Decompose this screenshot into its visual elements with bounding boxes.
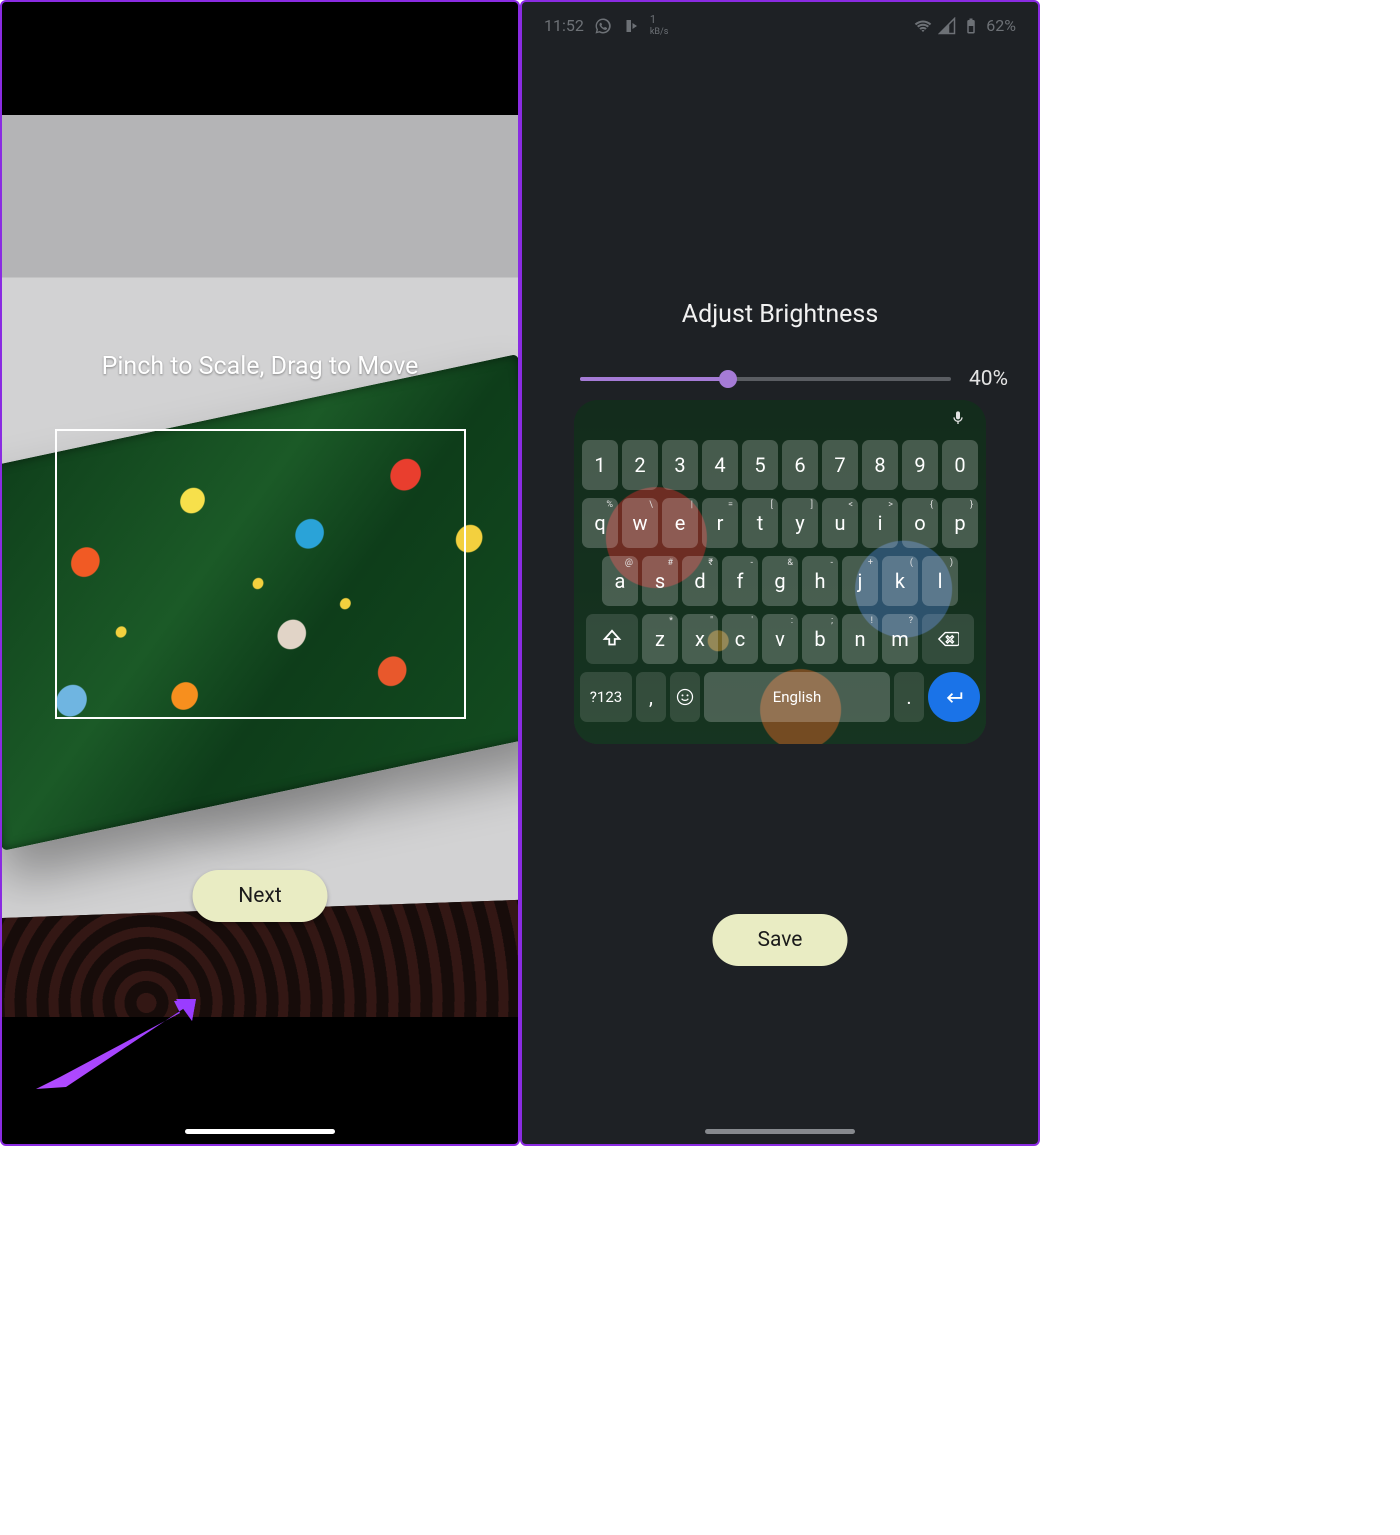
key-e[interactable]: e| — [662, 498, 698, 548]
key-0[interactable]: 0 — [942, 440, 978, 490]
key-l[interactable]: l) — [922, 556, 958, 606]
brightness-title: Adjust Brightness — [522, 300, 1038, 329]
emoji-icon — [675, 687, 695, 707]
space-key[interactable]: English — [704, 672, 890, 722]
next-button-label: Next — [238, 884, 281, 908]
key-o[interactable]: o{ — [902, 498, 938, 548]
key-u[interactable]: u< — [822, 498, 858, 548]
key-s[interactable]: s# — [642, 556, 678, 606]
wifi-icon — [914, 17, 932, 35]
key-c[interactable]: c' — [722, 614, 758, 664]
key-i[interactable]: i> — [862, 498, 898, 548]
slider-fill — [580, 377, 728, 381]
key-m[interactable]: m? — [882, 614, 918, 664]
slider-thumb[interactable] — [719, 370, 737, 388]
screen-brightness: 11:52 1 kB/s 62% Adjust Brightness 40% — [520, 0, 1040, 1146]
slider-track[interactable] — [580, 377, 951, 381]
enter-icon — [943, 686, 965, 708]
key-6[interactable]: 6 — [782, 440, 818, 490]
brightness-slider[interactable]: 40% — [580, 367, 1008, 391]
nav-handle[interactable] — [705, 1129, 855, 1134]
next-button[interactable]: Next — [193, 870, 328, 922]
key-j[interactable]: j+ — [842, 556, 878, 606]
key-n[interactable]: n! — [842, 614, 878, 664]
nav-handle[interactable] — [185, 1129, 335, 1134]
save-button[interactable]: Save — [713, 914, 848, 966]
key-b[interactable]: b; — [802, 614, 838, 664]
symbols-key[interactable]: ?123 — [580, 672, 632, 722]
key-8[interactable]: 8 — [862, 440, 898, 490]
key-z[interactable]: z* — [642, 614, 678, 664]
battery-icon — [962, 17, 980, 35]
enter-key[interactable] — [928, 672, 980, 722]
crop-instruction-label: Pinch to Scale, Drag to Move — [2, 352, 518, 381]
key-x[interactable]: x" — [682, 614, 718, 664]
status-netspeed: 1 kB/s — [650, 14, 669, 37]
key-y[interactable]: y] — [782, 498, 818, 548]
key-a[interactable]: a@ — [602, 556, 638, 606]
key-9[interactable]: 9 — [902, 440, 938, 490]
key-g[interactable]: g& — [762, 556, 798, 606]
media-icon — [622, 17, 640, 35]
status-battery-pct: 62% — [986, 16, 1016, 35]
shift-icon — [601, 628, 623, 650]
key-t[interactable]: t[ — [742, 498, 778, 548]
shift-key[interactable] — [586, 614, 638, 664]
signal-icon — [938, 17, 956, 35]
save-button-label: Save — [758, 928, 803, 952]
key-k[interactable]: k( — [882, 556, 918, 606]
key-4[interactable]: 4 — [702, 440, 738, 490]
key-v[interactable]: v: — [762, 614, 798, 664]
key-7[interactable]: 7 — [822, 440, 858, 490]
status-time: 11:52 — [544, 16, 584, 35]
comma-key[interactable]: , — [636, 672, 666, 722]
key-q[interactable]: q% — [582, 498, 618, 548]
mic-icon[interactable] — [950, 410, 966, 426]
keyboard-preview: 1234567890 q%w\e|r=t[y]u<i>o{p} a@s#d₹f-… — [574, 400, 986, 744]
status-bar: 11:52 1 kB/s 62% — [522, 14, 1038, 37]
key-1[interactable]: 1 — [582, 440, 618, 490]
key-f[interactable]: f- — [722, 556, 758, 606]
emoji-key[interactable] — [670, 672, 700, 722]
whatsapp-icon — [594, 17, 612, 35]
period-key[interactable]: . — [894, 672, 924, 722]
backspace-icon — [937, 628, 959, 650]
key-d[interactable]: d₹ — [682, 556, 718, 606]
key-3[interactable]: 3 — [662, 440, 698, 490]
key-w[interactable]: w\ — [622, 498, 658, 548]
brightness-value: 40% — [969, 367, 1008, 391]
photo-viewport[interactable]: Pinch to Scale, Drag to Move Next — [2, 115, 518, 1017]
key-2[interactable]: 2 — [622, 440, 658, 490]
key-p[interactable]: p} — [942, 498, 978, 548]
key-r[interactable]: r= — [702, 498, 738, 548]
backspace-key[interactable] — [922, 614, 974, 664]
screen-crop: Pinch to Scale, Drag to Move Next — [0, 0, 520, 1146]
key-5[interactable]: 5 — [742, 440, 778, 490]
key-h[interactable]: h- — [802, 556, 838, 606]
